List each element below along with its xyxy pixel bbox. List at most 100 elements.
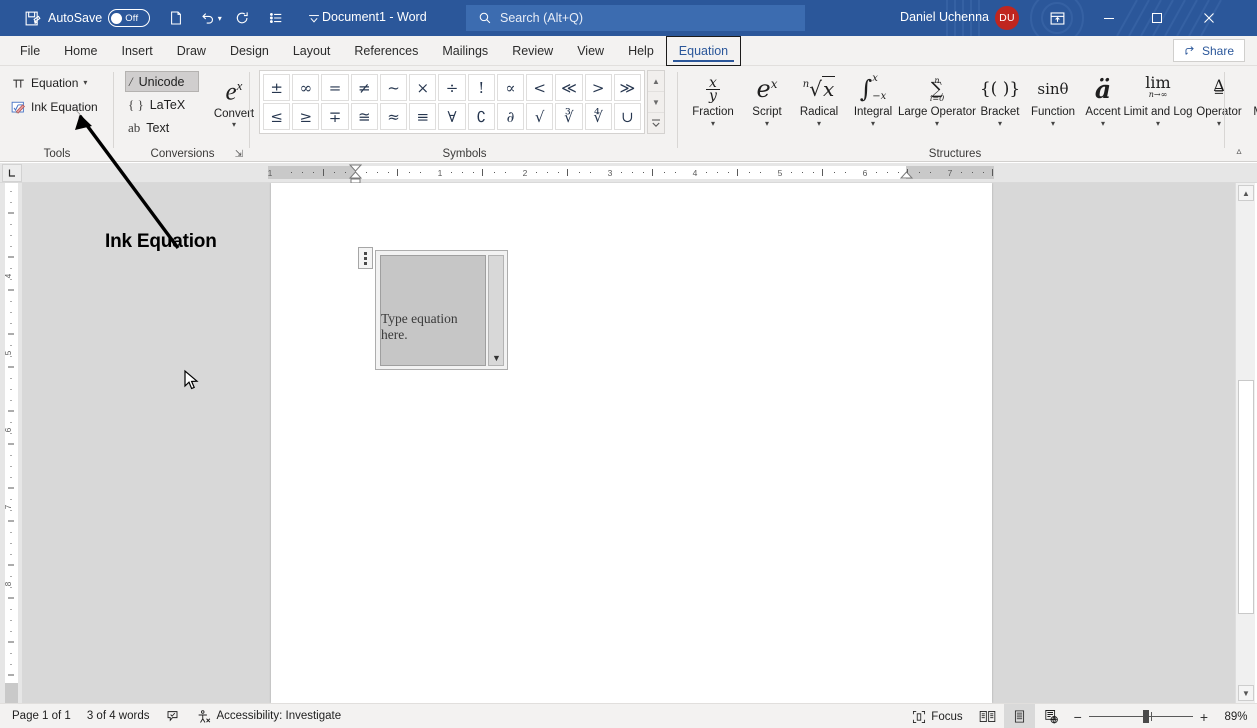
redo-icon[interactable] — [228, 4, 256, 32]
symbol-cell[interactable]: = — [321, 74, 348, 101]
symbol-cell[interactable]: × — [409, 74, 436, 101]
symbol-cell[interactable]: ∝ — [497, 74, 524, 101]
collapse-ribbon-icon[interactable]: ▵ — [1229, 143, 1249, 159]
structure-radical[interactable]: n√x Radical ▾ — [793, 70, 845, 146]
bullet-list-icon[interactable] — [262, 4, 290, 32]
status-focus-button[interactable]: Focus — [904, 704, 970, 728]
symbol-cell[interactable]: ∞ — [292, 74, 319, 101]
tab-home[interactable]: Home — [52, 36, 109, 66]
status-word-count[interactable]: 3 of 4 words — [79, 704, 158, 728]
chevron-down-icon[interactable]: ▾ — [1156, 119, 1160, 129]
symbol-cell[interactable]: ÷ — [438, 74, 465, 101]
tab-insert[interactable]: Insert — [110, 36, 165, 66]
chevron-down-icon[interactable]: ▾ — [765, 119, 769, 129]
view-web-layout-button[interactable] — [1035, 704, 1067, 728]
status-page-info[interactable]: Page 1 of 1 — [4, 704, 79, 728]
symbols-more-icon[interactable] — [648, 113, 664, 133]
symbol-cell[interactable]: ∛ — [555, 103, 582, 130]
chevron-down-icon[interactable]: ▾ — [998, 119, 1002, 129]
scrollbar-thumb[interactable] — [1238, 380, 1254, 614]
symbols-scroll-down-icon[interactable]: ▼ — [648, 92, 664, 113]
structure-bracket[interactable]: {( )} Bracket ▾ — [975, 70, 1025, 146]
symbols-scroll-up-icon[interactable]: ▲ — [648, 71, 664, 92]
status-proofing-icon[interactable] — [157, 704, 188, 728]
ribbon-display-options-icon[interactable] — [1037, 4, 1077, 32]
undo-icon[interactable]: ▾ — [196, 4, 224, 32]
structure-function[interactable]: sinθ Function ▾ — [1027, 70, 1079, 146]
autosave-toggle[interactable]: Off — [108, 9, 150, 27]
tab-equation[interactable]: Equation — [666, 36, 741, 66]
structure-limit-and-log[interactable]: lim n→∞ Limit and Log ▾ — [1127, 70, 1189, 146]
zoom-level-label[interactable]: 89% — [1215, 711, 1257, 723]
conversion-unicode[interactable]: / Unicode — [125, 71, 199, 92]
equation-drag-handle[interactable] — [358, 247, 373, 269]
search-input[interactable]: Search (Alt+Q) — [466, 5, 805, 31]
symbol-cell[interactable]: ∂ — [497, 103, 524, 130]
symbol-cell[interactable]: ∁ — [468, 103, 495, 130]
chevron-down-icon[interactable]: ▾ — [83, 78, 87, 88]
chevron-down-icon[interactable]: ▾ — [232, 120, 236, 130]
tab-references[interactable]: References — [342, 36, 430, 66]
structure-integral[interactable]: ∫ x−x Integral ▾ — [847, 70, 899, 146]
structure-accent[interactable]: ä Accent ▾ — [1081, 70, 1125, 146]
tab-view[interactable]: View — [565, 36, 616, 66]
equation-content-control[interactable]: Type equation here. ▼ — [375, 250, 508, 370]
symbol-cell[interactable]: ≅ — [351, 103, 378, 130]
symbol-cell[interactable]: ≡ — [409, 103, 436, 130]
symbol-cell[interactable]: ∪ — [614, 103, 641, 130]
horizontal-ruler[interactable]: 1 1 2 3 4 5 6 7 — [0, 163, 1257, 183]
document-page[interactable]: Type equation here. ▼ — [271, 183, 992, 703]
tab-review[interactable]: Review — [500, 36, 565, 66]
close-button[interactable] — [1187, 4, 1231, 32]
avatar[interactable]: DU — [995, 6, 1019, 30]
equation-input-field[interactable]: Type equation here. — [380, 255, 486, 366]
zoom-slider-thumb[interactable] — [1143, 710, 1149, 723]
symbols-gallery-scrollbar[interactable]: ▲ ▼ — [647, 70, 665, 134]
structure-fraction[interactable]: xy Fraction ▾ — [685, 70, 741, 146]
symbol-cell[interactable]: ≤ — [263, 103, 290, 130]
symbol-cell[interactable]: ≈ — [380, 103, 407, 130]
maximize-button[interactable] — [1135, 4, 1179, 32]
status-accessibility[interactable]: Accessibility: Investigate — [188, 704, 349, 728]
symbol-cell[interactable]: ≪ — [555, 74, 582, 101]
symbol-cell[interactable]: > — [585, 74, 612, 101]
new-document-icon[interactable] — [162, 4, 190, 32]
zoom-slider[interactable] — [1089, 704, 1193, 728]
view-print-layout-button[interactable] — [1004, 704, 1035, 728]
tab-draw[interactable]: Draw — [165, 36, 218, 66]
symbol-cell[interactable]: ! — [468, 74, 495, 101]
symbols-gallery[interactable]: ± ∞ = ≠ ~ × ÷ ! ∝ < ≪ > ≫ ≤ ≥ ∓ ≅ ≈ ≡ ∀ … — [259, 70, 645, 134]
chevron-down-icon[interactable]: ▾ — [1051, 119, 1055, 129]
structure-script[interactable]: ex Script ▾ — [743, 70, 791, 146]
conversion-text[interactable]: ab Text — [125, 117, 199, 138]
equation-scroll-down-icon[interactable]: ▼ — [490, 351, 503, 364]
symbol-cell[interactable]: ∀ — [438, 103, 465, 130]
conversions-dialog-launcher-icon[interactable]: ⇲ — [232, 147, 246, 161]
tab-design[interactable]: Design — [218, 36, 281, 66]
scroll-up-icon[interactable]: ▲ — [1238, 185, 1254, 201]
save-icon[interactable] — [18, 4, 46, 32]
view-read-mode-button[interactable] — [971, 704, 1004, 728]
structure-operator[interactable]: Δ ≡ Operator ▾ — [1191, 70, 1247, 146]
chevron-down-icon[interactable]: ▾ — [871, 119, 875, 129]
conversion-latex[interactable]: { } LaTeX — [125, 94, 199, 115]
symbol-cell[interactable]: ∓ — [321, 103, 348, 130]
symbol-cell[interactable]: ≠ — [351, 74, 378, 101]
structure-large-operator[interactable]: n ∑ i=0 Large Operator ▾ — [901, 70, 973, 146]
zoom-out-button[interactable]: − — [1067, 709, 1089, 725]
account-name[interactable]: Daniel Uchenna — [900, 10, 989, 24]
symbol-cell[interactable]: < — [526, 74, 553, 101]
symbol-cell[interactable]: √ — [526, 103, 553, 130]
symbol-cell[interactable]: ≫ — [614, 74, 641, 101]
document-canvas[interactable]: Type equation here. ▼ — [22, 183, 1235, 703]
symbol-cell[interactable]: ~ — [380, 74, 407, 101]
symbol-cell[interactable]: ± — [263, 74, 290, 101]
chevron-down-icon[interactable]: ▾ — [935, 119, 939, 129]
zoom-in-button[interactable]: + — [1193, 709, 1215, 725]
vertical-ruler[interactable]: 4 5 6 7 8 — [0, 183, 22, 703]
share-button[interactable]: Share — [1173, 39, 1245, 62]
minimize-button[interactable] — [1087, 4, 1131, 32]
document-vertical-scrollbar[interactable]: ▲ ▼ — [1235, 183, 1255, 703]
symbol-cell[interactable]: ≥ — [292, 103, 319, 130]
tab-mailings[interactable]: Mailings — [430, 36, 500, 66]
